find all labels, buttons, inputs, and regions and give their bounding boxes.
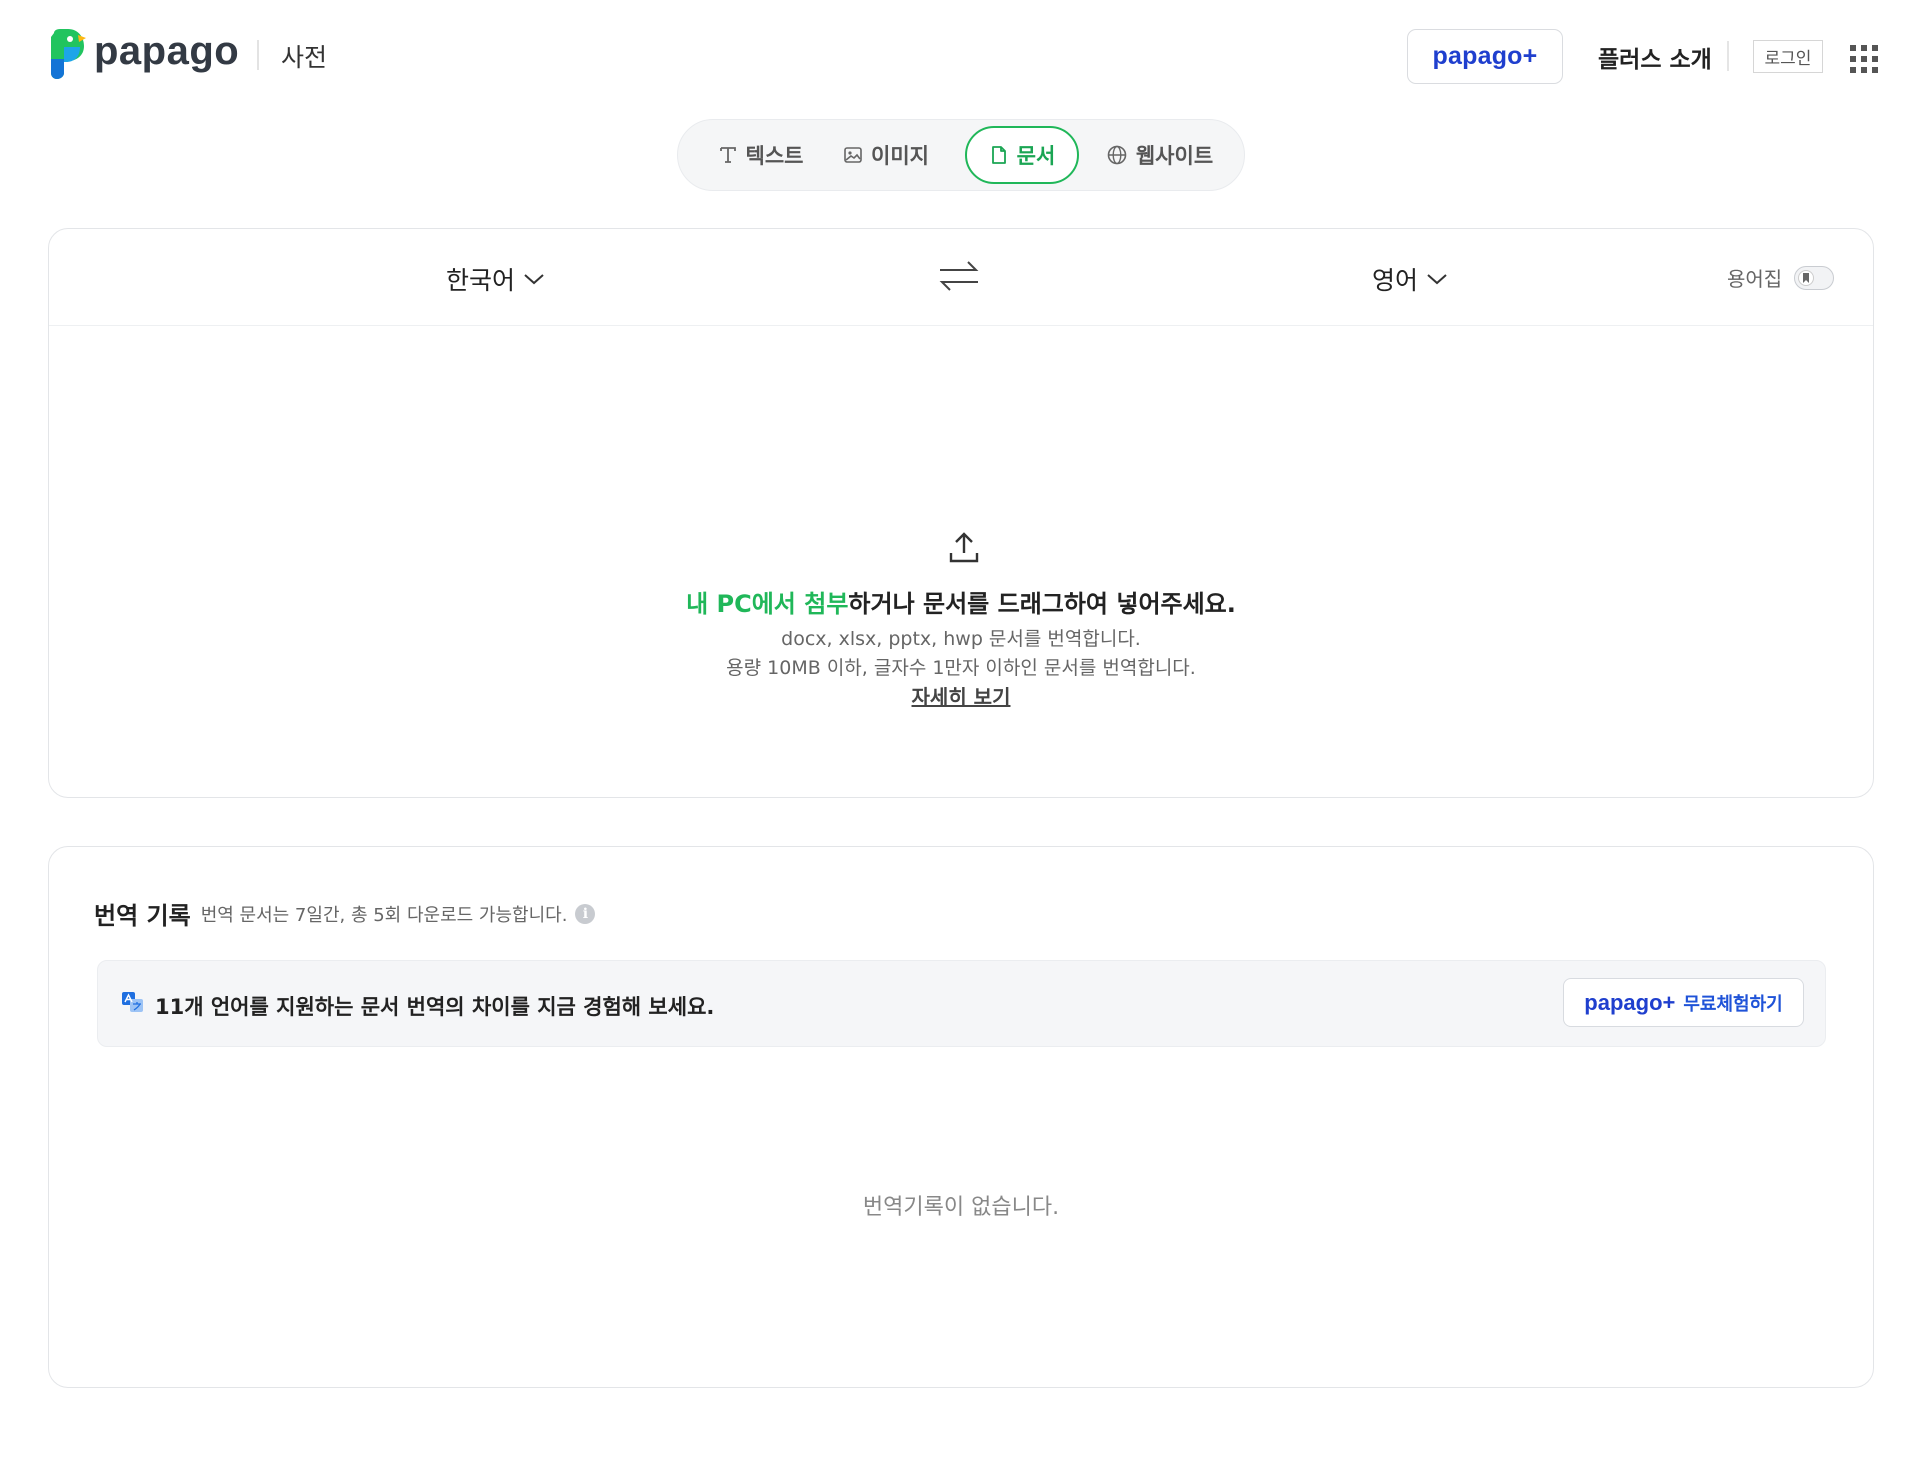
translation-history-panel: 번역 기록 번역 문서는 7일간, 총 5회 다운로드 가능합니다. i 11개… <box>48 846 1874 1388</box>
papago-logo[interactable]: papago <box>48 29 239 79</box>
papago-plus-logo: papago+ <box>1584 989 1676 1015</box>
history-note: 번역 문서는 7일간, 총 5회 다운로드 가능합니다. <box>200 904 568 926</box>
history-title: 번역 기록 <box>94 902 191 930</box>
document-translate-panel: 한국어 영어 용어집 내 PC에서 첨부하거나 문서를 드래그하여 넣어주세요.… <box>48 228 1874 798</box>
header-divider <box>257 40 259 70</box>
plus-intro-link[interactable]: 플러스 소개 <box>1598 40 1712 74</box>
promo-text: 11개 언어를 지원하는 문서 번역의 차이를 지금 경험해 보세요. <box>155 995 715 1019</box>
document-icon <box>991 146 1006 164</box>
chevron-down-icon <box>1427 274 1447 285</box>
header-divider <box>1727 41 1729 71</box>
papago-plus-logo: papago+ <box>1432 42 1538 70</box>
header: papago 사전 papago+ 플러스 소개 로그인 <box>0 0 1922 110</box>
papago-plus-button[interactable]: papago+ <box>1407 29 1563 84</box>
papago-plus-promo-banner: 11개 언어를 지원하는 문서 번역의 차이를 지금 경험해 보세요. papa… <box>97 960 1826 1047</box>
target-language-select[interactable]: 영어 <box>1372 261 1448 297</box>
swap-languages-icon[interactable] <box>936 256 982 296</box>
bookmark-icon <box>1798 269 1815 286</box>
image-icon <box>844 147 862 163</box>
language-bar: 한국어 영어 용어집 <box>49 229 1873 326</box>
chevron-down-icon <box>524 274 544 285</box>
text-icon <box>719 147 736 163</box>
mode-tabs: 텍스트 이미지 문서 웹사이트 <box>677 119 1245 191</box>
tab-label: 문서 <box>1016 144 1056 168</box>
glossary-label: 용어집 <box>1727 267 1783 291</box>
source-language-select[interactable]: 한국어 <box>446 261 545 297</box>
glossary-control: 용어집 <box>1727 263 1835 292</box>
upload-icon <box>949 532 979 563</box>
history-header: 번역 기록 번역 문서는 7일간, 총 5회 다운로드 가능합니다. i <box>94 896 596 931</box>
attach-from-pc-link[interactable]: 내 PC에서 첨부 <box>686 590 848 618</box>
glossary-toggle[interactable] <box>1794 265 1835 290</box>
papago-parrot-icon <box>51 29 86 79</box>
empty-history-message: 번역기록이 없습니다. <box>862 1195 1060 1220</box>
login-button[interactable]: 로그인 <box>1753 40 1823 73</box>
logo-text: papago <box>94 29 240 73</box>
detail-link-row: 자세히 보기 <box>49 681 1873 710</box>
apps-grid-icon[interactable] <box>1850 45 1878 73</box>
drop-instruction: 내 PC에서 첨부하거나 문서를 드래그하여 넣어주세요. <box>49 584 1873 619</box>
file-drop-zone[interactable]: 내 PC에서 첨부하거나 문서를 드래그하여 넣어주세요. docx, xlsx… <box>49 326 1873 796</box>
info-icon[interactable]: i <box>575 903 596 924</box>
globe-icon <box>1107 145 1127 165</box>
target-language-label: 영어 <box>1372 266 1419 295</box>
free-trial-label: 무료체험하기 <box>1683 993 1783 1015</box>
drop-instruction-text: 하거나 문서를 드래그하여 넣어주세요. <box>848 590 1236 618</box>
free-trial-button[interactable]: papago+ 무료체험하기 <box>1563 978 1804 1027</box>
tab-document[interactable]: 문서 <box>965 126 1079 184</box>
tab-label: 웹사이트 <box>1135 144 1214 168</box>
source-language-label: 한국어 <box>446 266 516 295</box>
tab-label: 이미지 <box>871 144 929 168</box>
translate-icon <box>122 992 143 1012</box>
tab-website[interactable]: 웹사이트 <box>1091 126 1228 184</box>
file-limits-text: 용량 10MB 이하, 글자수 1만자 이하인 문서를 번역합니다. <box>726 657 1196 679</box>
tab-text[interactable]: 텍스트 <box>708 126 813 184</box>
tab-label: 텍스트 <box>745 144 804 168</box>
dictionary-link[interactable]: 사전 <box>281 38 327 74</box>
supported-formats-text: docx, xlsx, pptx, hwp 문서를 번역합니다. <box>781 628 1141 650</box>
tab-image[interactable]: 이미지 <box>826 126 946 184</box>
see-details-link[interactable]: 자세히 보기 <box>912 685 1011 709</box>
